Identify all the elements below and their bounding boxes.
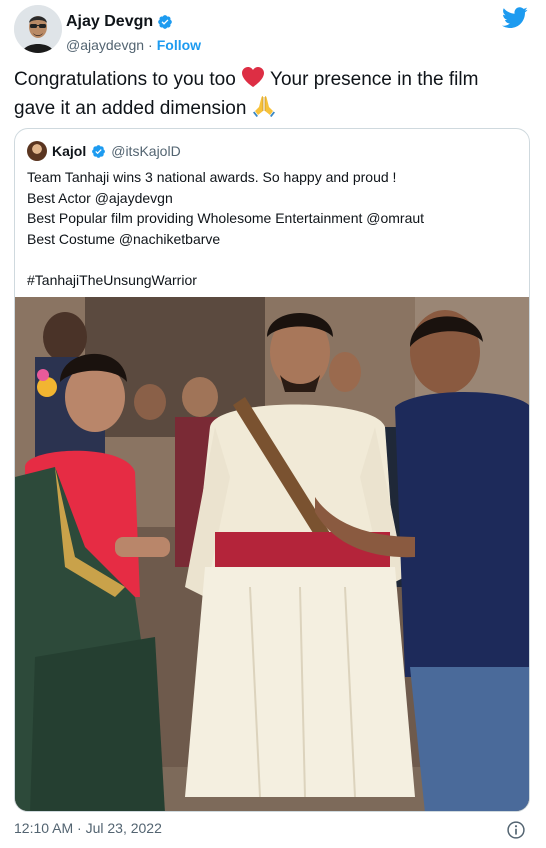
tweet-timestamp[interactable]: 12:10 AM · Jul 23, 2022 xyxy=(14,820,162,836)
red-heart-icon xyxy=(242,67,265,87)
quoted-author-handle: @itsKajolD xyxy=(111,143,181,159)
quoted-hashtag[interactable]: #TanhajiTheUnsungWarrior xyxy=(27,270,517,291)
separator-dot: · xyxy=(148,37,153,53)
tweet-footer: 12:10 AM · Jul 23, 2022 xyxy=(14,820,534,842)
author-name-row: Ajay Devgn xyxy=(66,13,173,31)
verified-badge-icon xyxy=(92,144,106,158)
quoted-author-avatar xyxy=(27,141,47,161)
quoted-tweet-header: Kajol @itsKajolD xyxy=(27,141,181,161)
author-name[interactable]: Ajay Devgn xyxy=(66,13,153,31)
info-icon[interactable] xyxy=(506,820,526,840)
quoted-author-name: Kajol xyxy=(52,143,87,159)
quoted-text-line: Team Tanhaji wins 3 national awards. So … xyxy=(27,169,397,185)
avatar-image xyxy=(14,5,62,53)
quoted-text-line: Best Actor @ajaydevgn xyxy=(27,189,173,206)
tweet-text: Congratulations to you too Your presence… xyxy=(14,66,534,122)
quoted-tweet-text: Team Tanhaji wins 3 national awards. So … xyxy=(27,167,517,290)
quoted-text-line: Best Popular film providing Wholesome En… xyxy=(27,210,425,226)
tweet-text-line1: Congratulations to you too xyxy=(14,69,236,90)
folded-hands-icon xyxy=(252,96,275,117)
quoted-photo[interactable] xyxy=(15,297,530,812)
author-handle[interactable]: @ajaydevgn xyxy=(66,37,144,53)
follow-button[interactable]: Follow xyxy=(157,37,201,53)
tweet-header: Ajay Devgn @ajaydevgn · Follow xyxy=(14,5,534,55)
twitter-bird-icon[interactable] xyxy=(502,7,528,29)
quoted-text-line xyxy=(27,249,517,270)
quoted-text-line: Best Costume @nachiketbarve xyxy=(27,230,221,247)
verified-badge-icon xyxy=(158,15,172,29)
author-avatar[interactable] xyxy=(14,5,62,53)
tweet-text-line2: gave it an added dimension xyxy=(14,98,247,119)
quoted-tweet[interactable]: Kajol @itsKajolD Team Tanhaji wins 3 nat… xyxy=(14,128,530,812)
tweet-text-line1-rest: Your presence in the film xyxy=(270,69,479,90)
author-handle-row: @ajaydevgn · Follow xyxy=(66,37,201,53)
